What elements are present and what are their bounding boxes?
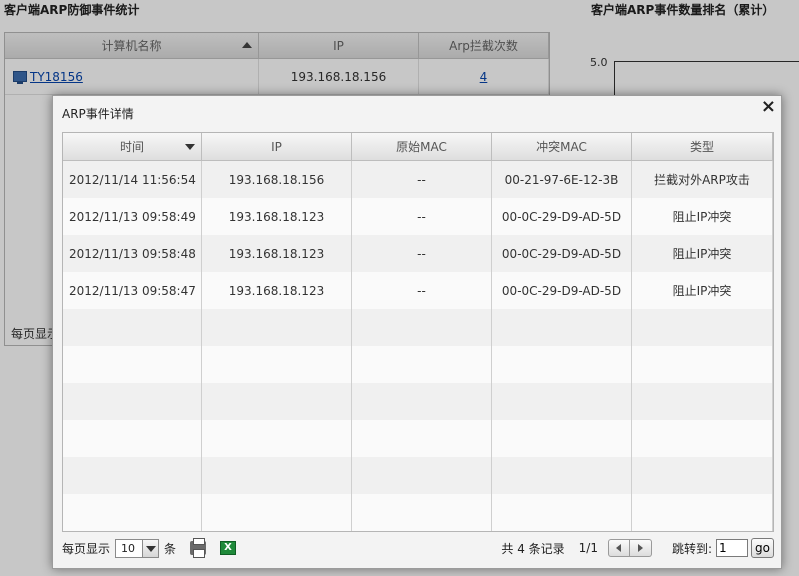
conflict-mac-cell: 00-0C-29-D9-AD-5D — [492, 198, 632, 235]
jump-page-input[interactable] — [716, 539, 749, 557]
empty-row — [63, 346, 773, 383]
per-page-select[interactable]: 10 — [115, 538, 160, 558]
type-cell: 阻止IP冲突 — [632, 272, 773, 309]
type-cell: 阻止IP冲突 — [632, 235, 773, 272]
empty-row — [63, 309, 773, 346]
print-icon[interactable] — [190, 538, 207, 558]
per-page-value: 10 — [121, 541, 136, 555]
jump-to-label: 跳转到: — [671, 541, 713, 556]
column-header-time[interactable]: 时间 — [63, 133, 202, 160]
dialog-title: ARP事件详情 — [62, 107, 134, 121]
per-page-label: 每页显示 — [62, 541, 111, 556]
ip-cell: 193.168.18.123 — [202, 198, 352, 235]
next-page-button[interactable] — [629, 539, 652, 557]
time-cell: 2012/11/13 09:58:48 — [63, 235, 202, 272]
pagination-bar: 每页显示 10 条 X 共 4 条记录 1/1 跳转到: go — [62, 536, 774, 560]
original-mac-cell: -- — [352, 272, 492, 309]
empty-row — [63, 383, 773, 420]
time-cell: 2012/11/13 09:58:49 — [63, 198, 202, 235]
conflict-mac-cell: 00-0C-29-D9-AD-5D — [492, 235, 632, 272]
go-button[interactable]: go — [751, 538, 774, 558]
excel-icon[interactable]: X — [220, 541, 237, 555]
conflict-mac-cell: 00-21-97-6E-12-3B — [492, 161, 632, 198]
ip-cell: 193.168.18.156 — [202, 161, 352, 198]
column-header-original-mac[interactable]: 原始MAC — [352, 133, 492, 160]
time-cell: 2012/11/13 09:58:47 — [63, 272, 202, 309]
column-header-conflict-mac[interactable]: 冲突MAC — [492, 133, 632, 160]
close-button[interactable]: × — [761, 97, 776, 117]
original-mac-cell: -- — [352, 198, 492, 235]
original-mac-cell: -- — [352, 161, 492, 198]
empty-row — [63, 420, 773, 457]
table-row[interactable]: 2012/11/13 09:58:48 193.168.18.123 -- 00… — [63, 235, 773, 272]
grid-header: 时间 IP 原始MAC 冲突MAC 类型 — [63, 133, 773, 161]
arp-event-details-dialog: ARP事件详情 × 时间 IP 原始MAC 冲突MAC 类型 2012/11/1… — [52, 95, 782, 569]
page-indicator: 1/1 — [578, 541, 598, 555]
per-page-unit: 条 — [164, 541, 177, 556]
type-cell: 拦截对外ARP攻击 — [632, 161, 773, 198]
column-header-type[interactable]: 类型 — [632, 133, 773, 160]
empty-row — [63, 494, 773, 531]
record-count: 共 4 条记录 — [501, 541, 565, 556]
conflict-mac-cell: 00-0C-29-D9-AD-5D — [492, 272, 632, 309]
table-row[interactable]: 2012/11/13 09:58:49 193.168.18.123 -- 00… — [63, 198, 773, 235]
sort-descending-icon — [185, 144, 195, 150]
type-cell: 阻止IP冲突 — [632, 198, 773, 235]
original-mac-cell: -- — [352, 235, 492, 272]
arp-events-grid: 时间 IP 原始MAC 冲突MAC 类型 2012/11/14 11:56:54… — [62, 132, 774, 532]
ip-cell: 193.168.18.123 — [202, 235, 352, 272]
pager-controls: 共 4 条记录 1/1 跳转到: go — [501, 538, 774, 558]
prev-page-button[interactable] — [607, 539, 630, 557]
table-row[interactable]: 2012/11/13 09:58:47 193.168.18.123 -- 00… — [63, 272, 773, 309]
table-row[interactable]: 2012/11/14 11:56:54 193.168.18.156 -- 00… — [63, 161, 773, 198]
column-header-ip[interactable]: IP — [202, 133, 352, 160]
ip-cell: 193.168.18.123 — [202, 272, 352, 309]
empty-row — [63, 457, 773, 494]
chevron-down-icon — [142, 539, 159, 557]
time-cell: 2012/11/14 11:56:54 — [63, 161, 202, 198]
